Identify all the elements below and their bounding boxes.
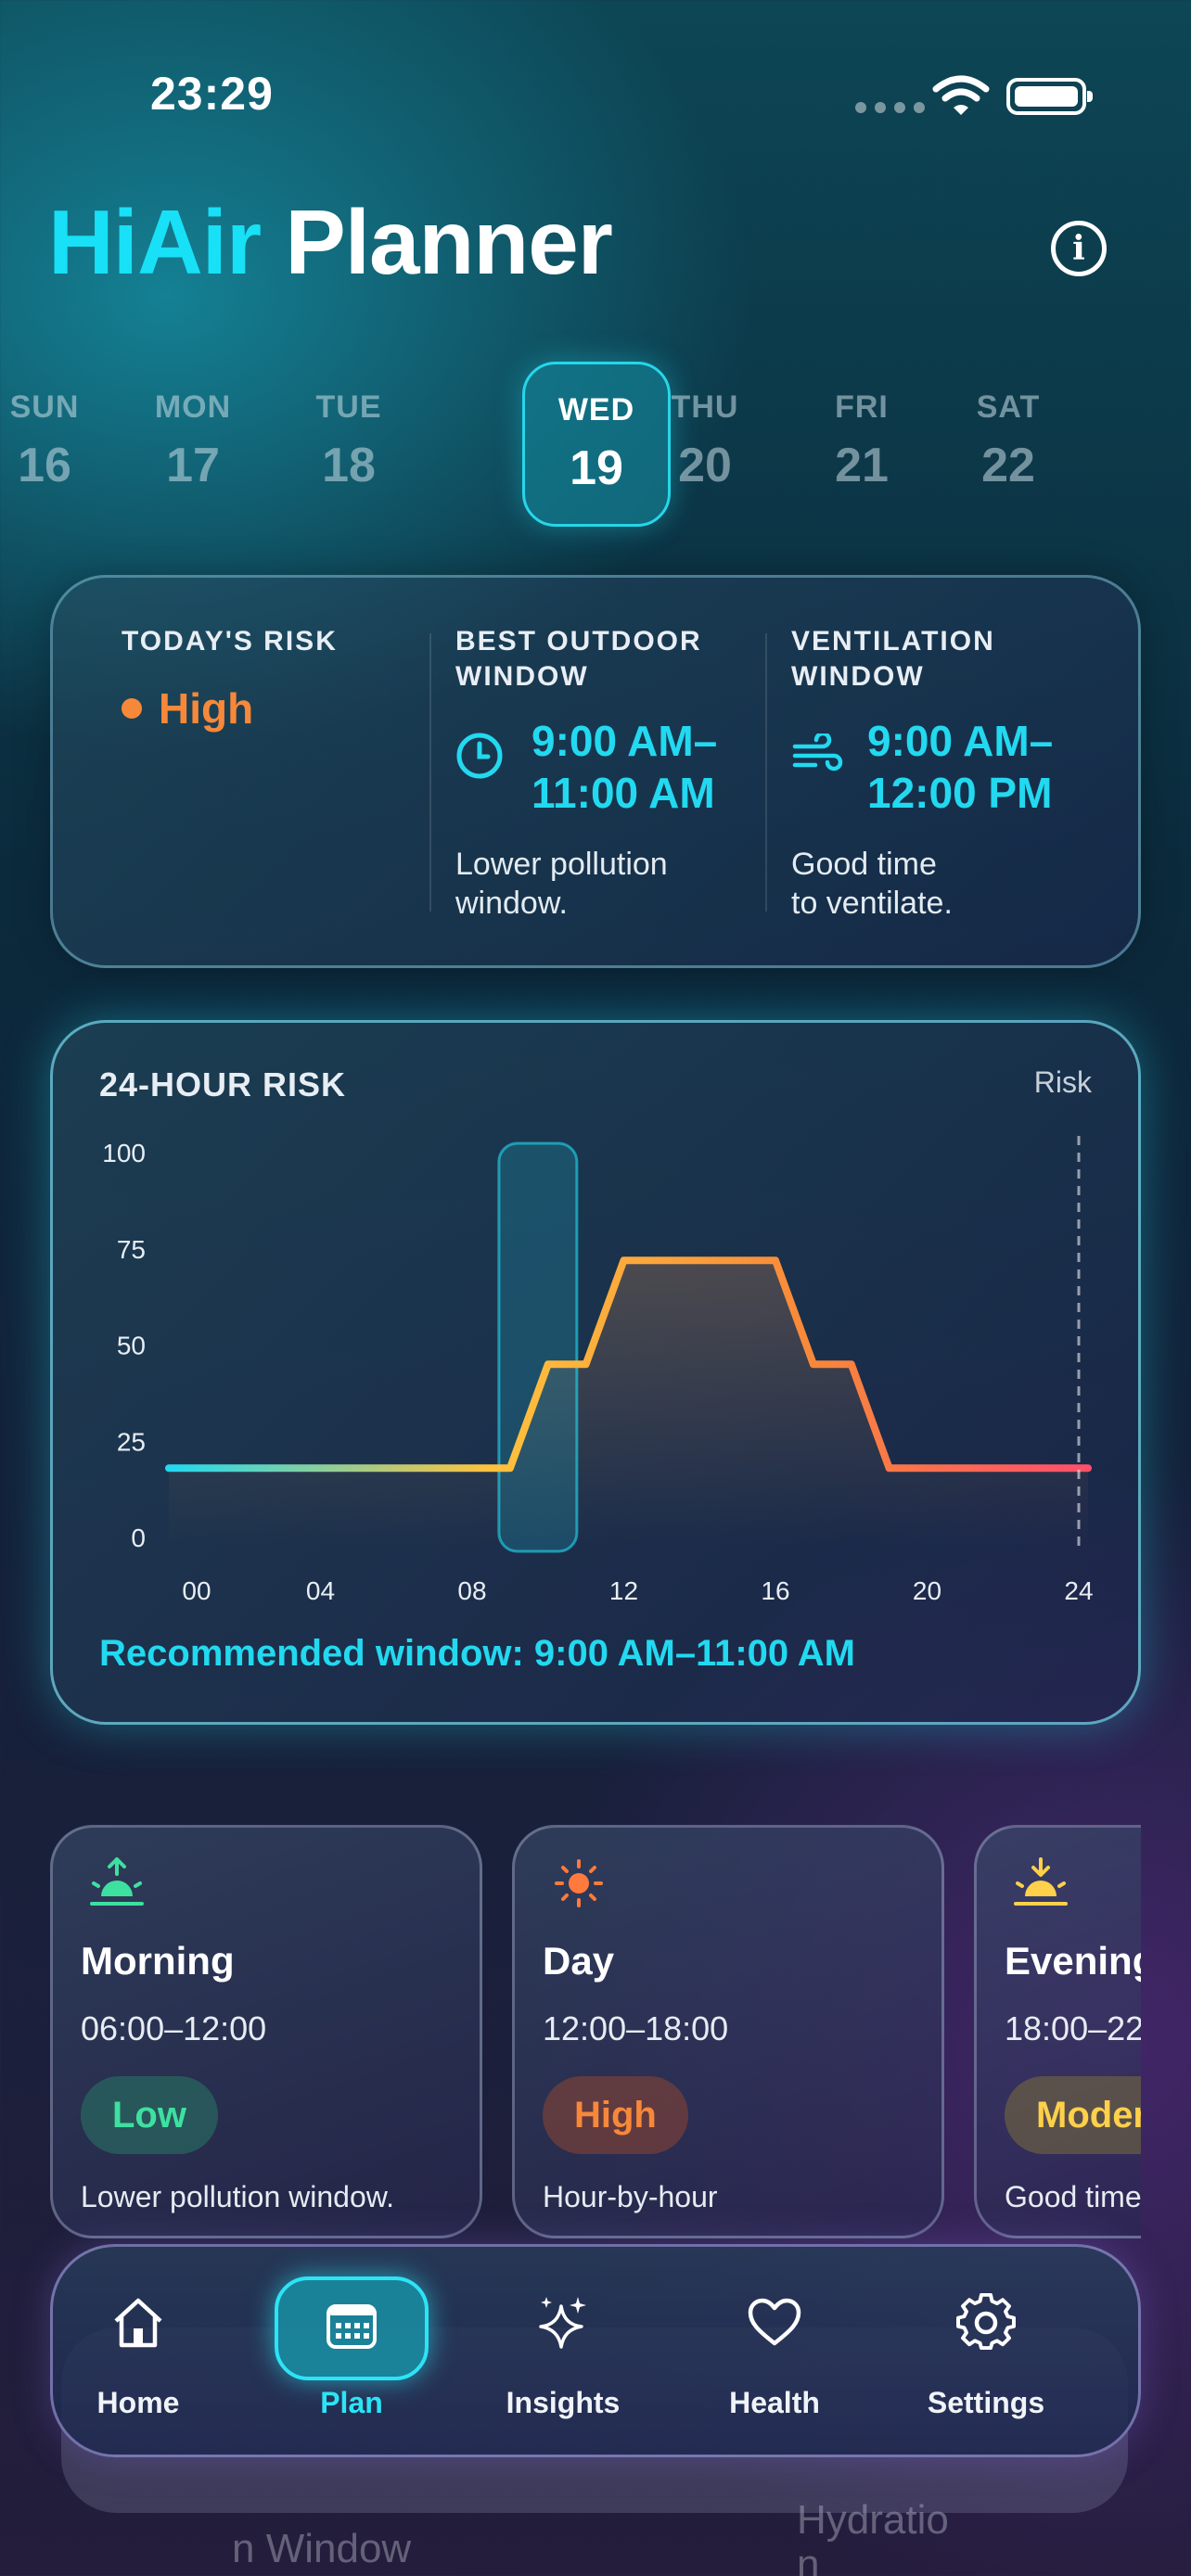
period-time: 06:00–12:00 <box>81 2009 267 2047</box>
day-date: 18 <box>322 439 376 492</box>
nav-insights[interactable]: Insights <box>480 2273 647 2430</box>
period-note: Lower pollution window. <box>81 2180 394 2213</box>
nav-home-label: Home <box>96 2386 180 2419</box>
today-risk-label: TODAY'S RISK <box>122 626 338 657</box>
day-thu[interactable]: THU 20 <box>631 362 779 527</box>
x-tick-label: 12 <box>609 1576 638 1605</box>
home-icon <box>114 2298 162 2348</box>
chart-legend: Risk <box>1033 1065 1092 1099</box>
day-name: TUE <box>315 389 382 425</box>
nav-plan[interactable]: Plan <box>268 2273 435 2430</box>
period-risk-badge: Moder <box>1005 2076 1141 2154</box>
recommended-window: Recommended window: 9:00 AM–11:00 AM <box>99 1633 855 1674</box>
y-tick-label: 50 <box>117 1332 146 1360</box>
chart-title: 24-HOUR RISK <box>99 1065 347 1103</box>
ventilation-window[interactable]: VENTILATION WINDOW 9:00 AM– 12:00 PM Good … <box>791 624 1053 923</box>
ghost-window-label: n Window <box>232 2526 412 2571</box>
period-name: Evening <box>1005 1939 1141 1983</box>
nav-settings[interactable]: Settings <box>903 2273 1069 2430</box>
info-icon[interactable]: i <box>1051 221 1107 276</box>
divider <box>429 633 431 912</box>
nav-health-label: Health <box>729 2386 820 2419</box>
clock-icon <box>456 733 503 779</box>
day-date: 21 <box>835 439 889 492</box>
x-tick-label: 16 <box>761 1576 789 1605</box>
day-fri[interactable]: FRI 21 <box>788 362 936 527</box>
period-card-day[interactable]: Day 12:00–18:00 High Hour-by-hour <box>512 1825 944 2238</box>
y-tick-label: 100 <box>102 1139 146 1167</box>
period-time: 18:00–22 <box>1005 2009 1141 2047</box>
page-title: HiAir Planner <box>48 197 613 287</box>
period-note: Hour-by-hour <box>543 2180 718 2213</box>
heart-icon <box>748 2298 801 2346</box>
day-sun[interactable]: SUN 16 <box>0 362 119 527</box>
day-name: SUN <box>9 389 80 425</box>
x-tick-label: 04 <box>306 1576 335 1605</box>
period-risk-badge: High <box>543 2076 688 2154</box>
outdoor-label: BEST OUTDOOR WINDOW <box>455 626 702 692</box>
nav-plan-label: Plan <box>320 2386 383 2419</box>
day-name: THU <box>671 389 739 425</box>
summary-card: TODAY'S RISK High BEST OUTDOOR WINDOW 9:0… <box>50 575 1141 968</box>
recommended-window-highlight <box>497 1141 579 1553</box>
risk-level: High <box>159 684 254 733</box>
period-note: Good time <box>1005 2180 1141 2213</box>
wifi-icon <box>932 75 990 115</box>
outdoor-time: 9:00 AM– 11:00 AM <box>531 717 718 817</box>
calendar-icon <box>327 2304 377 2349</box>
sunset-icon <box>1014 1857 1068 1906</box>
day-name: SAT <box>976 389 1041 425</box>
period-card-morning[interactable]: Morning 06:00–12:00 Low Lower pollution win… <box>50 1825 482 2238</box>
nav-health[interactable]: Health <box>691 2273 858 2430</box>
bottom-nav: Home Plan Insights Health Settings <box>50 2244 1141 2457</box>
ventilation-time: 9:00 AM– 12:00 PM <box>867 717 1054 817</box>
period-risk-badge: Low <box>81 2076 218 2154</box>
ventilation-label: VENTILATION WINDOW <box>791 626 995 692</box>
x-tick-label: 20 <box>913 1576 941 1605</box>
day-name: MON <box>154 389 232 425</box>
day-tue[interactable]: TUE 18 <box>275 362 423 527</box>
status-time: 23:29 <box>150 68 274 120</box>
y-tick-label: 0 <box>131 1524 146 1552</box>
sparkles-icon <box>539 2297 586 2349</box>
day-mon[interactable]: MON 17 <box>119 362 267 527</box>
y-tick-label: 25 <box>117 1427 146 1456</box>
period-name: Day <box>543 1939 615 1983</box>
day-sat[interactable]: SAT 22 <box>934 362 1082 527</box>
battery-icon <box>1006 78 1093 115</box>
today-risk: TODAY'S RISK High <box>122 624 338 733</box>
risk-dot-icon <box>122 698 142 719</box>
x-tick-label: 08 <box>457 1576 486 1605</box>
nav-home[interactable]: Home <box>55 2273 222 2430</box>
sun-icon <box>555 1859 603 1907</box>
title-text: Planner <box>285 191 612 293</box>
brand-name: HiAir <box>48 191 262 293</box>
ventilation-note: Good time to ventilate. <box>791 847 953 921</box>
risk-chart-card: 0 25 50 75 100 00 04 08 12 16 20 24 24-HOUR RISK Ri… <box>50 1020 1141 1725</box>
risk-area <box>169 1260 1088 1547</box>
day-date: 22 <box>981 439 1035 492</box>
nav-insights-label: Insights <box>506 2386 621 2419</box>
period-name: Morning <box>81 1939 235 1983</box>
signal-icon <box>855 102 925 113</box>
period-time: 12:00–18:00 <box>543 2009 729 2047</box>
divider <box>765 633 767 912</box>
y-tick-label: 75 <box>117 1235 146 1264</box>
day-date: 16 <box>18 439 71 492</box>
period-card-evening[interactable]: Evening 18:00–22 Moder Good time <box>974 1825 1141 2238</box>
outdoor-note: Lower pollution window. <box>455 847 668 921</box>
risk-chart[interactable]: 0 25 50 75 100 00 04 08 12 16 20 24 <box>53 1023 1144 1728</box>
nav-settings-label: Settings <box>927 2386 1045 2419</box>
wind-icon <box>792 733 843 772</box>
gear-icon <box>956 2293 1016 2351</box>
day-date: 17 <box>166 439 220 492</box>
day-name: FRI <box>835 389 889 425</box>
day-date: 20 <box>678 439 732 492</box>
day-selector: SUN 16 MON 17 TUE 18 WED 19 THU 20 FRI 21 SAT 22 <box>10 362 1176 529</box>
x-tick-label: 24 <box>1064 1576 1093 1605</box>
x-tick-label: 00 <box>182 1576 211 1605</box>
outdoor-window[interactable]: BEST OUTDOOR WINDOW 9:00 AM– 11:00 AM Lowe… <box>455 624 717 923</box>
sunrise-icon <box>90 1857 144 1906</box>
